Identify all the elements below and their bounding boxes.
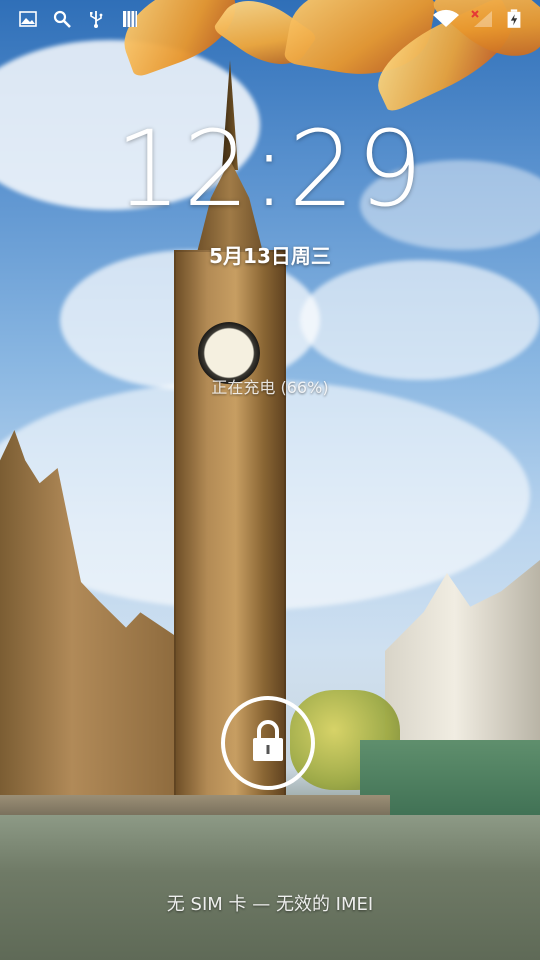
search-icon	[52, 9, 72, 29]
usb-icon	[86, 9, 106, 29]
lockscreen-clock: 12:29	[115, 108, 425, 230]
no-signal-icon	[470, 9, 494, 29]
charging-status: 正在充电 (66%)	[211, 378, 329, 397]
sd-card-icon	[120, 9, 140, 29]
lockscreen-date: 5月13日周三	[209, 244, 331, 268]
gallery-icon	[18, 9, 38, 29]
status-bar	[0, 0, 540, 38]
carrier-status: 无 SIM 卡 — 无效的 IMEI	[166, 894, 374, 915]
system-icons	[432, 9, 540, 29]
lock-icon	[250, 719, 286, 767]
wifi-icon	[432, 9, 460, 29]
river	[0, 815, 540, 960]
cloud	[300, 260, 540, 380]
unlock-handle[interactable]	[221, 696, 315, 790]
notification-icons	[0, 9, 140, 29]
battery-charging-icon	[504, 9, 524, 29]
